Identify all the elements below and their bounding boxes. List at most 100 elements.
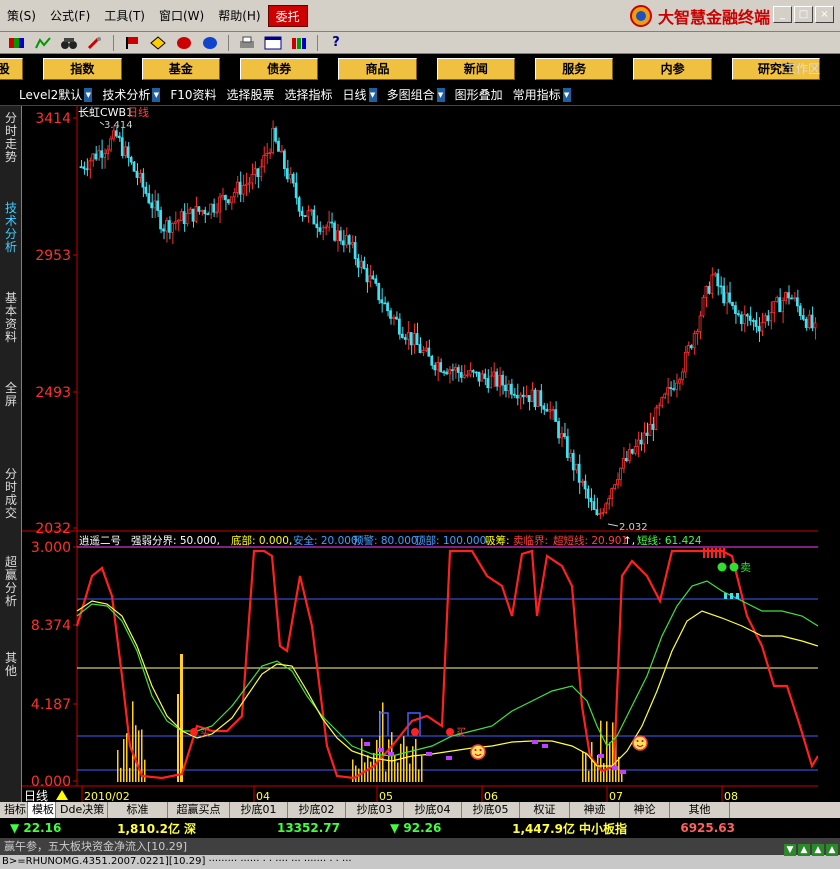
subtoolbar-item[interactable]: 常用指标 ▼ [508, 86, 576, 103]
bottom-tab[interactable]: 抄底03 [346, 802, 404, 818]
stock-chart[interactable]: 3414295324932032长虹CWB1日线3.4142.032逍遥二号 强弱… [22, 106, 818, 802]
sidebar-tab[interactable]: 全屏 [2, 382, 20, 408]
menu-item[interactable]: 帮助(H) [211, 5, 267, 27]
sidebar-tab-char: 析 [4, 594, 17, 608]
menu-item[interactable]: 工具(T) [97, 5, 152, 27]
low-price-label: 2.032 [619, 522, 648, 533]
subtoolbar-item[interactable]: 选择指标 [280, 86, 338, 103]
candle-body [344, 235, 348, 246]
sidebar-tab[interactable]: 分时成交 [2, 468, 20, 520]
candle-body [347, 235, 351, 245]
dropdown-arrow-icon[interactable]: ▼ [368, 87, 377, 102]
nav-button[interactable]: 基金 [141, 58, 220, 80]
candle-body [200, 209, 204, 212]
subtoolbar-item[interactable]: Level2默认 ▼ [14, 86, 97, 103]
minimize-button[interactable]: _ [773, 6, 792, 23]
candle-body [601, 511, 605, 514]
bottom-tab[interactable]: 神论 [620, 802, 670, 818]
candle-body [787, 292, 790, 299]
candle-body [813, 322, 817, 329]
diamond-icon[interactable] [147, 34, 169, 52]
menu-item[interactable]: 公式(F) [43, 5, 97, 27]
menu-item[interactable]: 窗口(W) [152, 5, 211, 27]
candle-body [179, 211, 183, 221]
candle-body [283, 150, 286, 170]
bottom-tab[interactable]: 抄底04 [404, 802, 462, 818]
subtoolbar-item[interactable]: 多图组合 ▼ [382, 86, 450, 103]
bottom-tab[interactable]: 超赢买点 [168, 802, 230, 818]
dropdown-arrow-icon[interactable]: ▼ [152, 87, 161, 102]
candle-body [103, 153, 106, 158]
nav-button[interactable]: 新闻 [436, 58, 516, 80]
blue-ball-icon[interactable] [199, 34, 221, 52]
nav-button[interactable]: 股 [0, 58, 24, 80]
subtoolbar-label: 常用指标 [512, 88, 561, 102]
signal-marker [378, 748, 384, 752]
red-ball-icon[interactable] [173, 34, 195, 52]
close-button[interactable]: × [815, 6, 834, 23]
nav-button[interactable]: 商品 [338, 58, 417, 80]
sidebar-tab-char: 料 [4, 330, 17, 344]
menu-item[interactable]: 委托 [267, 4, 308, 27]
bottom-tab[interactable]: 模板 [28, 802, 56, 818]
volume-bar [400, 743, 402, 782]
bottom-tab[interactable]: 其他 [670, 802, 730, 818]
sidebar-tab[interactable]: 分时走势 [2, 112, 20, 164]
indicator-y-label: 8.374 [31, 618, 71, 634]
print-icon[interactable] [236, 34, 258, 52]
subtoolbar-item[interactable]: 日线 ▼ [338, 86, 382, 103]
sidebar-tab-char: 屏 [4, 394, 17, 408]
candle-body [229, 196, 233, 204]
dropdown-arrow-icon[interactable]: ▼ [84, 87, 93, 102]
nav-button[interactable]: 服务 [535, 58, 614, 80]
sidebar-tab[interactable]: 其他 [2, 652, 20, 678]
bottom-tab[interactable]: 抄底02 [288, 802, 346, 818]
volume-bar [391, 732, 393, 782]
candle-body [324, 226, 328, 229]
color-block-icon[interactable] [6, 34, 28, 52]
help-icon[interactable]: ? [325, 34, 347, 52]
candle-body [760, 322, 764, 332]
window-icon[interactable] [262, 34, 284, 52]
sidebar-tab[interactable]: 技术分析 [2, 202, 20, 254]
tools-icon[interactable] [84, 34, 106, 52]
sidebar-tab[interactable]: 超赢分析 [2, 556, 20, 608]
arrow-down-icon[interactable]: ▼ [784, 844, 796, 856]
candle-body [97, 150, 101, 160]
x-axis-label: 05 [379, 790, 393, 802]
binoculars-icon[interactable] [58, 34, 80, 52]
x-axis-label: 08 [724, 790, 738, 802]
sidebar-tab[interactable]: 基本资料 [2, 292, 20, 344]
candle-body [129, 157, 133, 163]
bottom-tab[interactable]: Dde决策 [56, 802, 108, 818]
arrow-up-icon[interactable]: ▲ [798, 844, 810, 856]
dropdown-arrow-icon[interactable]: ▼ [562, 87, 571, 102]
subtoolbar-item[interactable]: 技术分析 ▼ [97, 86, 165, 103]
workarea-label[interactable]: 工作区 [784, 60, 820, 77]
bottom-tab[interactable]: 抄底05 [462, 802, 520, 818]
subtoolbar-item[interactable]: 图形叠加 [450, 86, 508, 103]
news-ticker[interactable]: 赢午参，五大板块资金净流入[10.29] [0, 838, 840, 855]
candle-body [778, 297, 782, 313]
subtoolbar-item[interactable]: 选择股票 [222, 86, 280, 103]
bottom-tab[interactable]: 标准 [108, 802, 168, 818]
nav-button[interactable]: 内参 [633, 58, 712, 80]
chart-icon[interactable] [32, 34, 54, 52]
flag-icon[interactable] [121, 34, 143, 52]
menu-item[interactable]: 策(S) [0, 5, 43, 27]
dropdown-arrow-icon[interactable]: ▼ [436, 87, 445, 102]
books-icon[interactable] [288, 34, 310, 52]
nav-button[interactable]: 债券 [239, 58, 319, 80]
bottom-tab[interactable]: 指标 [0, 802, 28, 818]
bottom-tab[interactable]: 权证 [520, 802, 570, 818]
arrow-up-icon[interactable]: ▲ [812, 844, 824, 856]
bottom-tab[interactable]: 神迹 [570, 802, 620, 818]
subtoolbar-item[interactable]: F10资料 [165, 86, 221, 103]
candle-body [156, 200, 159, 211]
bottom-tab[interactable]: 抄底01 [230, 802, 288, 818]
candle-body [790, 297, 793, 300]
arrow-up-icon[interactable]: ▲ [826, 844, 838, 856]
nav-button[interactable]: 指数 [43, 58, 122, 80]
candle-body [94, 153, 98, 160]
maximize-button[interactable]: □ [794, 6, 813, 23]
